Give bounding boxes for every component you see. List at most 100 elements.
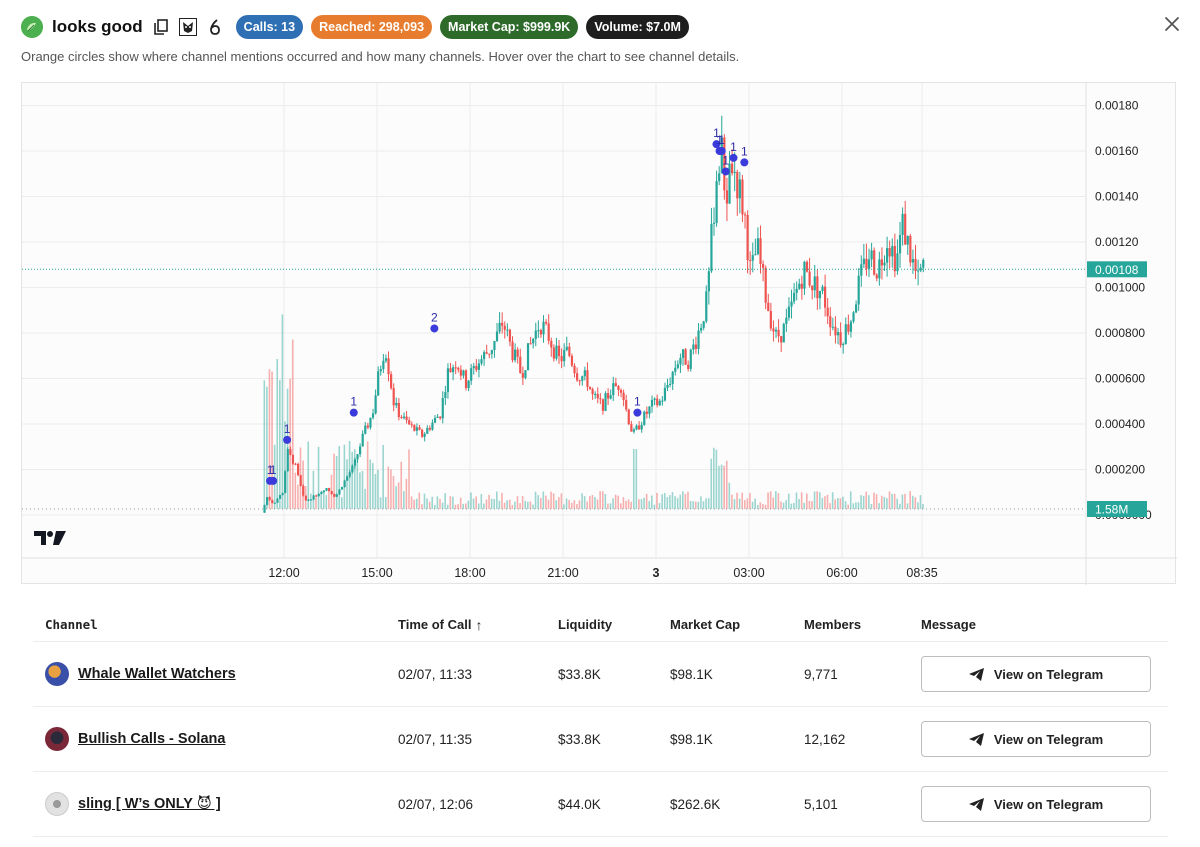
- volume-bar: [738, 498, 741, 509]
- volume-bar: [423, 493, 426, 509]
- volume-bar: [645, 493, 648, 509]
- volume-bar: [630, 501, 632, 509]
- candle-body: [495, 331, 499, 342]
- candle-body: [501, 322, 504, 326]
- volume-bar: [640, 498, 643, 509]
- header-channel[interactable]: Channel: [33, 617, 398, 632]
- volume-bar: [289, 378, 291, 509]
- candle-body: [614, 383, 617, 386]
- candle-body: [650, 399, 654, 407]
- header-liquidity[interactable]: Liquidity: [558, 617, 670, 632]
- volume-bar: [511, 504, 514, 509]
- mention-marker[interactable]: [740, 158, 749, 167]
- mention-count-label: 1: [284, 422, 291, 436]
- candle-body: [855, 304, 858, 313]
- candle-body: [291, 454, 295, 464]
- candle-body: [532, 338, 535, 344]
- volume-bar: [767, 492, 769, 509]
- candle-body: [302, 485, 305, 496]
- candle-body: [638, 425, 641, 430]
- volume-bar: [870, 503, 873, 509]
- volume-bar: [346, 459, 348, 509]
- candle-body: [834, 326, 837, 336]
- candle-body: [346, 476, 349, 481]
- rugcheck-icon[interactable]: [178, 18, 197, 36]
- channel-link[interactable]: Whale Wallet Watchers: [78, 666, 236, 682]
- candle-body: [870, 250, 873, 260]
- header-time-of-call[interactable]: Time of Call ↑: [398, 617, 558, 633]
- candle-body: [586, 370, 589, 387]
- members-value: 9,771: [804, 666, 838, 682]
- candle-body: [485, 352, 488, 354]
- volume-bar: [418, 492, 421, 509]
- volume-bar: [477, 503, 480, 509]
- candle-body: [506, 329, 509, 331]
- header-market-cap[interactable]: Market Cap: [670, 617, 804, 632]
- copy-icon[interactable]: [152, 18, 170, 36]
- volume-bar: [524, 500, 527, 509]
- candle-body: [423, 433, 426, 437]
- pump-icon[interactable]: [206, 18, 224, 36]
- candle-body: [315, 495, 318, 497]
- mention-marker[interactable]: [283, 435, 292, 444]
- close-icon[interactable]: [1163, 15, 1181, 33]
- volume-bar: [818, 492, 821, 509]
- volume-bar: [457, 504, 459, 509]
- volume-bar: [749, 493, 751, 509]
- candle-body: [511, 341, 514, 361]
- channel-link[interactable]: sling [ W’s ONLY 😈 ]: [78, 796, 221, 812]
- candle-body: [433, 417, 437, 423]
- candle-body: [705, 291, 708, 322]
- volume-bar: [893, 493, 896, 509]
- price-chart-svg[interactable]: 0.00180 0.00160 0.00140 0.00120 0.001000 0.00…: [22, 83, 1177, 585]
- view-on-telegram-button[interactable]: View on Telegram: [921, 656, 1151, 692]
- candle-body: [718, 173, 721, 182]
- volume-bar: [669, 495, 671, 509]
- candle-body: [811, 285, 814, 291]
- header-message: Message: [921, 617, 976, 632]
- calls-table: Channel Time of Call ↑ Liquidity Market …: [33, 608, 1168, 837]
- volume-bar: [842, 496, 844, 509]
- candle-body: [829, 316, 832, 328]
- view-on-telegram-button[interactable]: View on Telegram: [921, 786, 1151, 822]
- mention-marker[interactable]: [269, 476, 278, 485]
- volume-bar: [772, 497, 775, 509]
- mention-marker[interactable]: [349, 408, 358, 417]
- mention-marker[interactable]: [633, 408, 642, 417]
- volume-bar: [496, 491, 498, 509]
- volume-bar: [434, 504, 436, 509]
- volume-bar: [899, 503, 901, 509]
- volume-bar: [560, 493, 563, 509]
- mention-marker[interactable]: [430, 324, 439, 333]
- candle-body: [769, 311, 772, 329]
- mention-marker[interactable]: [721, 167, 730, 176]
- candle-body: [891, 246, 894, 257]
- view-on-telegram-button[interactable]: View on Telegram: [921, 721, 1151, 757]
- price-chart[interactable]: 0.00180 0.00160 0.00140 0.00120 0.001000 0.00…: [21, 82, 1177, 585]
- channel-link[interactable]: Bullish Calls - Solana: [78, 731, 225, 747]
- volume-bar: [906, 503, 909, 509]
- volume-bar: [338, 446, 341, 509]
- candle-body: [539, 330, 543, 335]
- call-time: 02/07, 12:06: [398, 796, 474, 812]
- volume-bar: [860, 495, 862, 509]
- header-members[interactable]: Members: [804, 617, 921, 632]
- volume-bar: [751, 501, 754, 509]
- mention-marker[interactable]: [729, 153, 738, 162]
- volume-bar: [410, 496, 413, 509]
- candle-body: [555, 345, 558, 359]
- volume-bar: [312, 470, 315, 509]
- candle-body: [909, 235, 912, 263]
- volume-bar: [674, 496, 676, 509]
- candle-body: [813, 276, 816, 291]
- candle-body: [630, 424, 633, 432]
- volume-bar: [813, 491, 816, 509]
- candle-body: [694, 344, 698, 349]
- candle-body: [578, 380, 581, 382]
- candle-body: [612, 383, 615, 396]
- candle-body: [307, 499, 310, 501]
- volume-bar: [707, 498, 710, 509]
- volume-bar: [622, 497, 625, 509]
- volume-bar: [868, 495, 870, 509]
- table-row: sling [ W’s ONLY 😈 ] 02/07, 12:06 $44.0K…: [33, 772, 1168, 837]
